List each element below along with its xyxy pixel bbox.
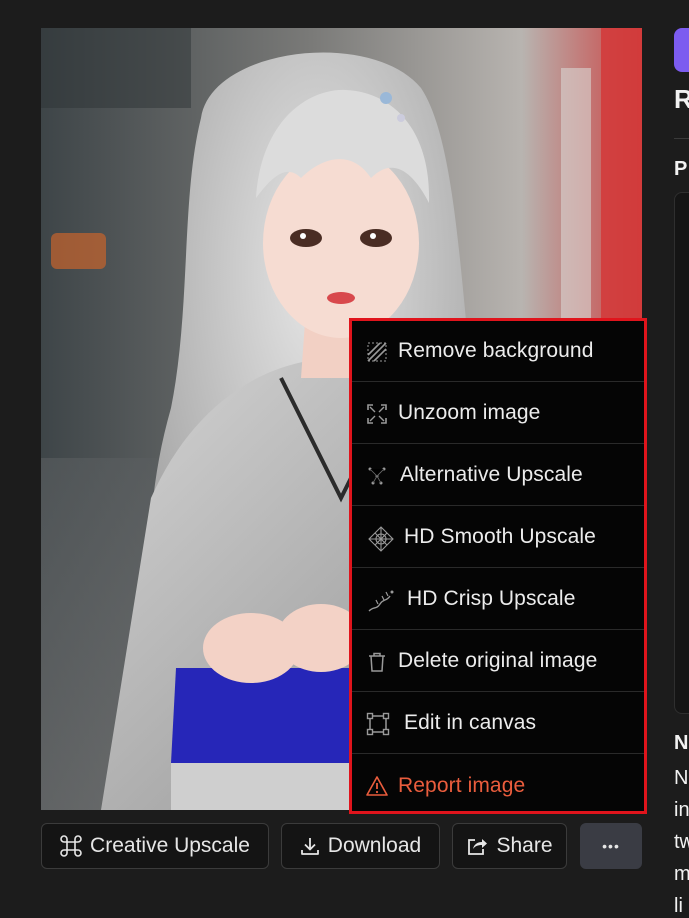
- menu-item-label: Unzoom image: [398, 401, 541, 424]
- hd-smooth-upscale-icon: [368, 526, 394, 552]
- menu-item-label: HD Crisp Upscale: [407, 587, 576, 610]
- menu-item-label: Alternative Upscale: [400, 463, 583, 486]
- menu-item-hd-crisp-upscale[interactable]: HD Crisp Upscale: [352, 569, 644, 630]
- prompt-section-heading: P: [674, 158, 688, 180]
- alternative-upscale-icon: [368, 467, 386, 485]
- menu-item-delete-original-image[interactable]: Delete original image: [352, 631, 644, 692]
- canvas-icon: [366, 712, 390, 736]
- menu-item-edit-in-canvas[interactable]: Edit in canvas: [352, 693, 644, 754]
- menu-item-label: Edit in canvas: [404, 711, 537, 734]
- negative-prompt-line: N: [674, 767, 689, 789]
- download-label: Download: [327, 834, 422, 857]
- menu-item-label: Remove background: [398, 339, 594, 362]
- creative-upscale-button[interactable]: Creative Upscale: [41, 823, 269, 869]
- creative-upscale-label: Creative Upscale: [90, 834, 250, 857]
- negative-prompt-line: in: [674, 799, 689, 821]
- trash-icon: [369, 652, 385, 672]
- negative-prompt-line: li: [674, 895, 683, 917]
- download-button[interactable]: Download: [281, 823, 440, 869]
- menu-item-hd-smooth-upscale[interactable]: HD Smooth Upscale: [352, 507, 644, 568]
- menu-item-unzoom-image[interactable]: Unzoom image: [352, 383, 644, 444]
- model-badge[interactable]: [674, 28, 689, 72]
- menu-item-remove-background[interactable]: Remove background: [352, 321, 644, 382]
- negative-prompt-heading: N: [674, 732, 689, 754]
- remove-background-icon: [367, 342, 387, 362]
- panel-title: R: [674, 84, 689, 114]
- hd-crisp-upscale-icon: [368, 590, 394, 612]
- unzoom-icon: [367, 404, 387, 424]
- menu-item-label: HD Smooth Upscale: [404, 525, 596, 548]
- menu-item-label: Delete original image: [398, 649, 598, 672]
- warning-icon: [366, 776, 388, 796]
- menu-item-report-image[interactable]: Report image: [352, 755, 644, 816]
- image-actions-menu: Remove background Unzoom image Alternati…: [349, 318, 647, 814]
- menu-item-label: Report image: [398, 773, 526, 797]
- share-icon: [468, 839, 488, 855]
- more-options-button[interactable]: •••: [580, 823, 642, 869]
- share-label: Share: [496, 834, 553, 857]
- panel-divider: [674, 138, 689, 139]
- menu-item-alternative-upscale[interactable]: Alternative Upscale: [352, 445, 644, 506]
- download-icon: [300, 838, 319, 855]
- command-icon: [60, 835, 82, 857]
- prompt-box: [674, 192, 689, 714]
- share-button[interactable]: Share: [452, 823, 567, 869]
- negative-prompt-line: m: [674, 863, 689, 885]
- more-icon: •••: [602, 838, 620, 854]
- negative-prompt-line: tw: [674, 831, 689, 853]
